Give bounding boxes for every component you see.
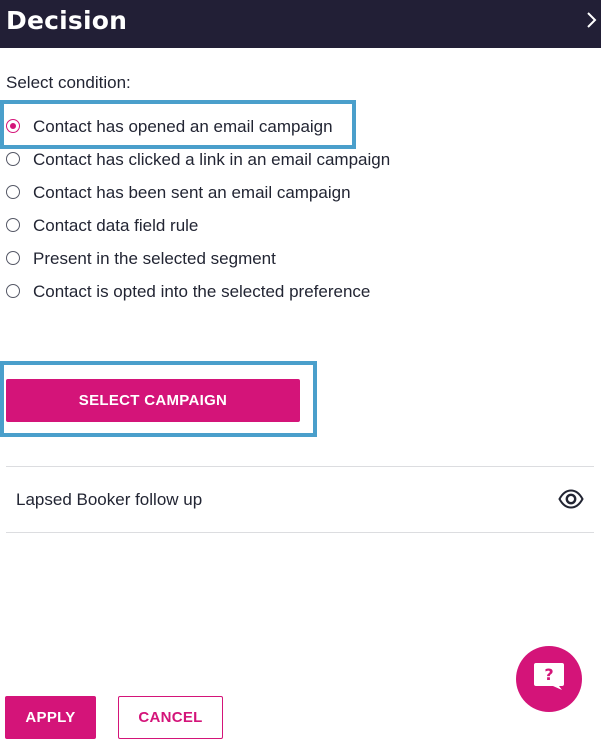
highlight-box-select-campaign	[0, 361, 317, 437]
chevron-right-icon[interactable]	[583, 8, 601, 32]
campaign-name: Lapsed Booker follow up	[16, 490, 203, 509]
divider	[6, 532, 594, 533]
condition-option-sent[interactable]: Contact has been sent an email campaign	[6, 178, 566, 208]
radio-button[interactable]	[6, 185, 20, 199]
selected-campaign-row: Lapsed Booker follow up	[6, 467, 594, 532]
eye-icon[interactable]	[558, 489, 584, 509]
radio-button[interactable]	[6, 218, 20, 232]
select-condition-label: Select condition:	[6, 73, 131, 92]
radio-button[interactable]	[6, 152, 20, 166]
radio-button[interactable]	[6, 251, 20, 265]
help-chat-button[interactable]: ?	[516, 646, 582, 712]
condition-option-label: Contact data field rule	[33, 216, 199, 235]
condition-option-label: Contact has clicked a link in an email c…	[33, 150, 391, 169]
cancel-button[interactable]: CANCEL	[118, 696, 223, 739]
condition-option-data-field-rule[interactable]: Contact data field rule	[6, 211, 566, 241]
apply-button[interactable]: APPLY	[5, 696, 96, 739]
panel-title: Decision	[6, 6, 128, 35]
condition-option-label: Contact has been sent an email campaign	[33, 183, 351, 202]
condition-option-segment[interactable]: Present in the selected segment	[6, 244, 566, 274]
condition-option-label: Present in the selected segment	[33, 249, 276, 268]
radio-button[interactable]	[6, 284, 20, 298]
highlight-box-selected-option	[0, 100, 356, 149]
condition-option-label: Contact is opted into the selected prefe…	[33, 282, 371, 301]
condition-option-preference[interactable]: Contact is opted into the selected prefe…	[6, 277, 566, 307]
panel-header: Decision	[0, 0, 601, 48]
condition-option-clicked-link[interactable]: Contact has clicked a link in an email c…	[6, 145, 566, 175]
help-question-mark: ?	[544, 665, 554, 684]
